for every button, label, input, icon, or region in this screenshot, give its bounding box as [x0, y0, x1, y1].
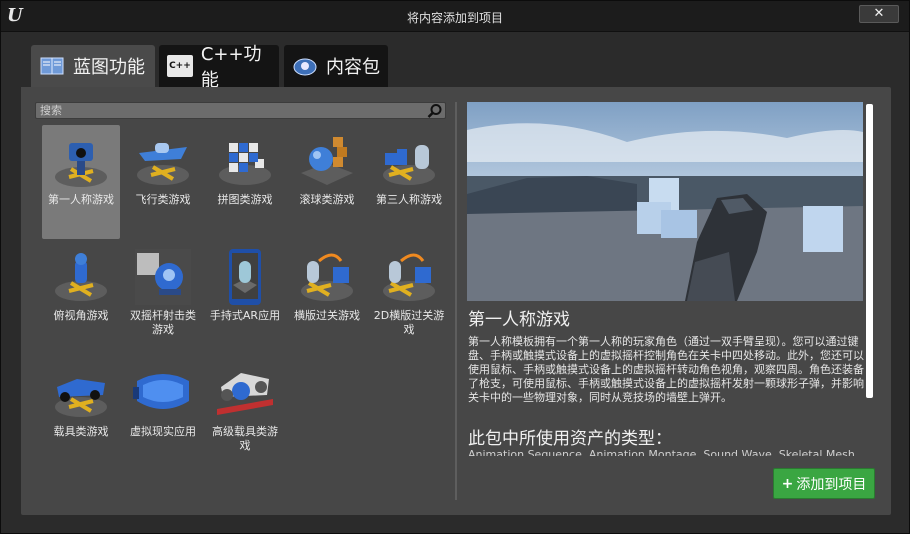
third-person-icon	[383, 145, 435, 185]
tab-label: 内容包	[326, 57, 380, 78]
search-icon[interactable]	[427, 103, 443, 119]
template-label: 飞行类游戏	[135, 193, 191, 206]
template-handheld-ar[interactable]: 手持式AR应用	[206, 241, 284, 355]
template-label: 俯视角游戏	[53, 309, 109, 322]
tab-blueprint-features[interactable]: 蓝图功能	[31, 45, 155, 87]
plus-icon: +	[781, 475, 794, 492]
detail-description: 第一人称模板拥有一个第一人称的玩家角色（通过一双手臂呈现）。您可以通过键盘、手柄…	[468, 335, 864, 404]
handheld-ar-icon	[229, 249, 261, 305]
add-content-dialog: U 将内容添加到项目 ✕ 蓝图功能 C++ C++功能 内容包 第一人称游戏 飞…	[0, 0, 910, 534]
vr-headset-icon	[133, 374, 189, 409]
vehicle-icon	[55, 379, 107, 417]
tab-cpp-features[interactable]: C++ C++功能	[159, 44, 279, 91]
description-scrollbar[interactable]	[866, 104, 873, 398]
tab-content-pack[interactable]: 内容包	[284, 45, 388, 87]
puzzle-icon	[219, 143, 271, 185]
tab-label: C++功能	[200, 44, 262, 91]
template-label: 横版过关游戏	[294, 309, 360, 322]
twin-stick-icon	[135, 249, 191, 305]
first-person-icon	[55, 143, 107, 187]
template-label: 高级载具类游戏	[212, 425, 278, 452]
title-bar[interactable]: U 将内容添加到项目 ✕	[1, 1, 909, 32]
template-vehicle[interactable]: 载具类游戏	[42, 357, 120, 471]
template-2d-side-scroller[interactable]: 2D横版过关游戏	[370, 241, 448, 355]
assets-heading: 此包中所使用资产的类型：	[468, 429, 672, 449]
template-first-person[interactable]: 第一人称游戏	[42, 125, 120, 239]
tab-label: 蓝图功能	[73, 57, 145, 78]
window-title: 将内容添加到项目	[406, 11, 503, 25]
template-label: 2D横版过关游戏	[373, 309, 445, 336]
template-rolling[interactable]: 滚球类游戏	[288, 125, 366, 239]
template-twin-stick[interactable]: 双摇杆射击类游戏	[124, 241, 202, 355]
template-advanced-vehicle[interactable]: 高级载具类游戏	[206, 357, 284, 471]
template-label: 载具类游戏	[53, 425, 109, 438]
content-pack-icon	[292, 55, 318, 77]
add-button-label: 添加到项目	[796, 476, 867, 493]
template-label: 滚球类游戏	[299, 193, 355, 206]
template-puzzle[interactable]: 拼图类游戏	[206, 125, 284, 239]
advanced-vehicle-icon	[217, 373, 273, 415]
template-label: 第三人称游戏	[376, 193, 442, 206]
template-label: 第一人称游戏	[48, 193, 114, 206]
search-input[interactable]	[40, 103, 420, 118]
search-box[interactable]	[35, 102, 446, 119]
panel-divider	[455, 102, 457, 500]
template-third-person[interactable]: 第三人称游戏	[370, 125, 448, 239]
template-flying[interactable]: 飞行类游戏	[124, 125, 202, 239]
side-scroller-icon	[301, 253, 353, 301]
template-side-scroller[interactable]: 横版过关游戏	[288, 241, 366, 355]
assets-list: Animation Sequence, Animation Montage, S…	[468, 448, 855, 456]
add-to-project-button[interactable]: + 添加到项目	[773, 468, 875, 499]
close-button[interactable]: ✕	[859, 5, 899, 23]
template-label: 拼图类游戏	[217, 193, 273, 206]
template-top-down[interactable]: 俯视角游戏	[42, 241, 120, 355]
template-preview-image	[467, 102, 863, 301]
flying-icon	[137, 143, 189, 185]
top-down-icon	[55, 253, 107, 301]
template-label: 双摇杆射击类游戏	[130, 309, 196, 336]
rolling-icon	[301, 137, 353, 185]
2d-side-scroller-icon	[383, 253, 435, 301]
blueprint-book-icon	[39, 55, 65, 77]
template-vr[interactable]: 虚拟现实应用	[124, 357, 202, 471]
cpp-icon: C++	[167, 55, 193, 77]
template-label: 手持式AR应用	[209, 309, 281, 322]
detail-title: 第一人称游戏	[468, 310, 570, 330]
template-label: 虚拟现实应用	[130, 425, 196, 438]
